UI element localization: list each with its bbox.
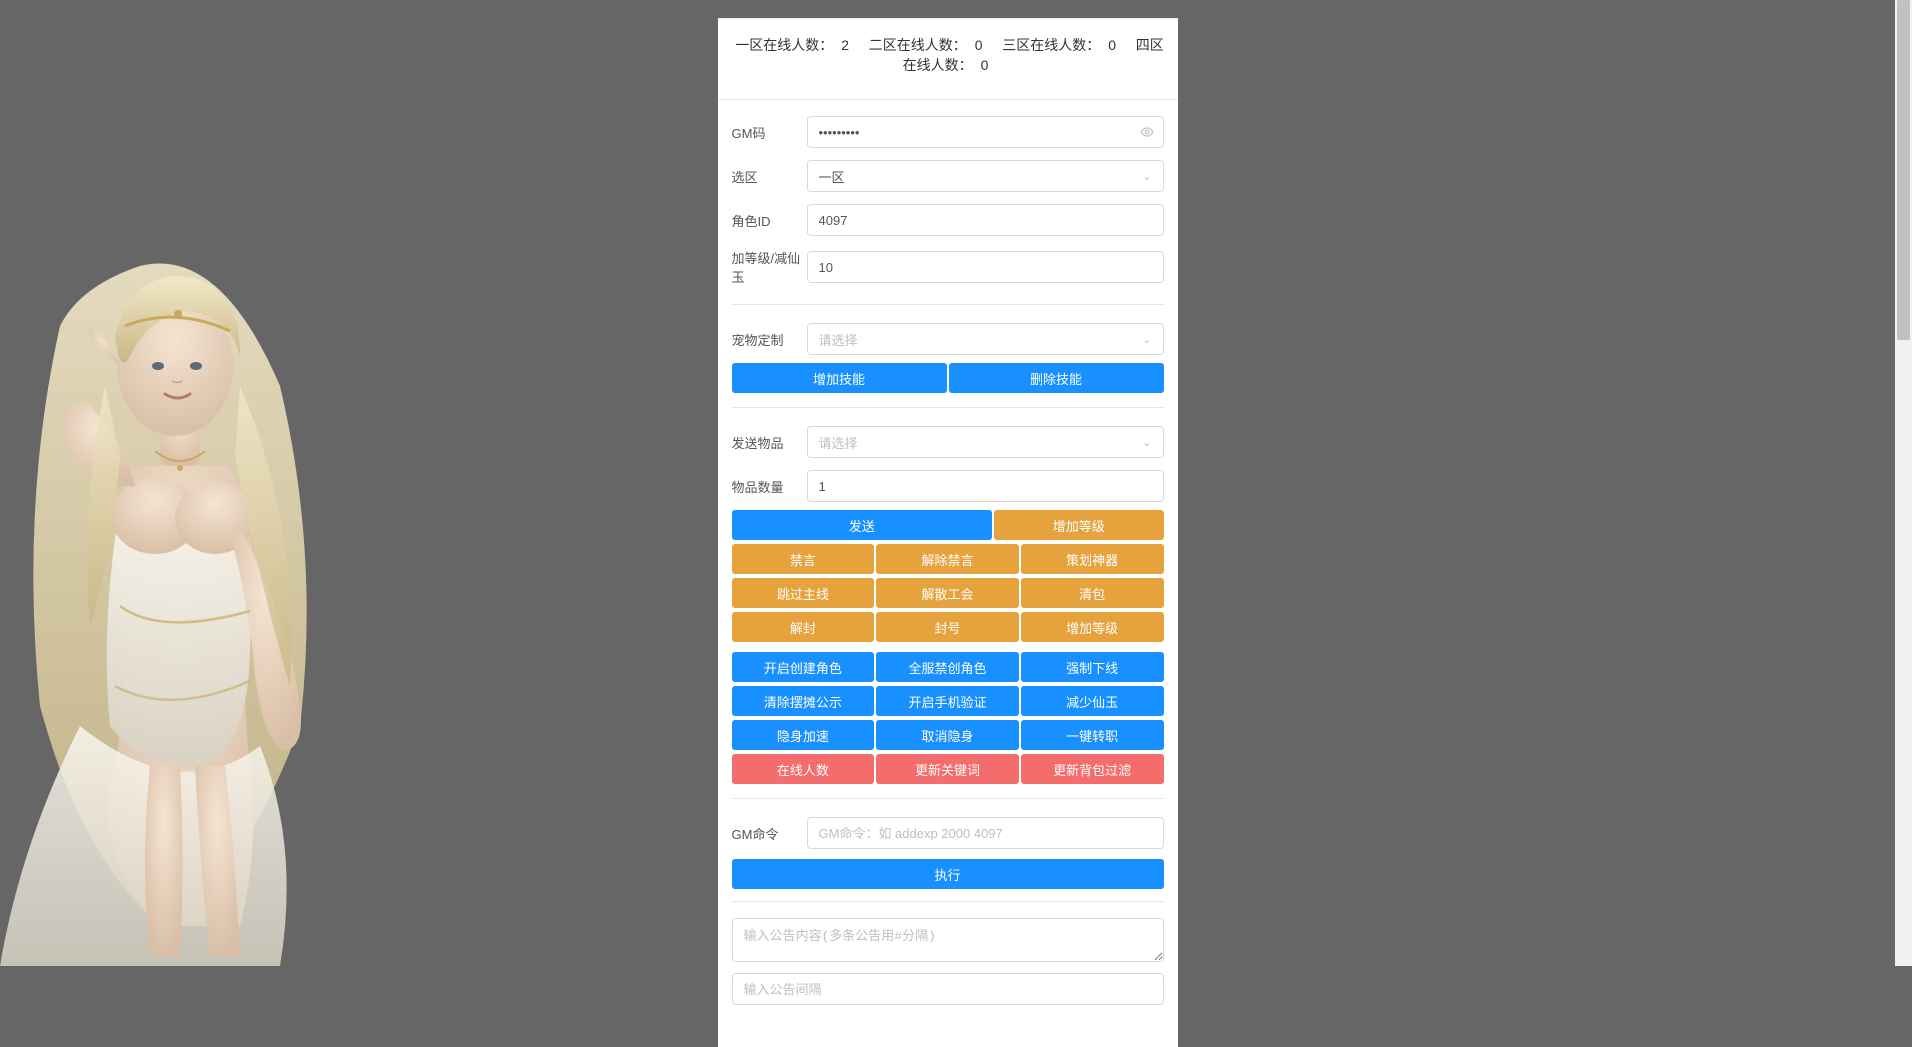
unban-button[interactable]: 解封 — [732, 612, 875, 642]
role-id-input[interactable] — [807, 204, 1164, 236]
zone2-count: 0 — [975, 37, 983, 53]
scrollbar[interactable] — [1895, 0, 1912, 966]
zone3-label: 三区在线人数： — [1002, 37, 1100, 53]
open-phone-button[interactable]: 开启手机验证 — [876, 686, 1019, 716]
add-level-button[interactable]: 增加等级 — [994, 510, 1163, 540]
online-count-button[interactable]: 在线人数 — [732, 754, 875, 784]
stealth-speed-button[interactable]: 隐身加速 — [732, 720, 875, 750]
add-level2-button[interactable]: 增加等级 — [1021, 612, 1164, 642]
pet-select-placeholder: 请选择 — [819, 330, 858, 349]
zone1-label: 一区在线人数： — [735, 37, 833, 53]
one-key-transfer-button[interactable]: 一键转职 — [1021, 720, 1164, 750]
clear-vote-button[interactable]: 清除摆摊公示 — [732, 686, 875, 716]
pet-select[interactable]: 请选择 ⌄ — [807, 323, 1164, 355]
plan-weapon-button[interactable]: 策划神器 — [1021, 544, 1164, 574]
unmute-button[interactable]: 解除禁言 — [876, 544, 1019, 574]
item-qty-label: 物品数量 — [732, 477, 807, 496]
zone-select[interactable]: 一区 ⌄ — [807, 160, 1164, 192]
update-keyword-button[interactable]: 更新关键词 — [876, 754, 1019, 784]
pet-label: 宠物定制 — [732, 330, 807, 349]
role-id-label: 角色ID — [732, 211, 807, 230]
level-label: 加等级/减仙玉 — [732, 248, 807, 286]
clear-bag-button[interactable]: 清包 — [1021, 578, 1164, 608]
chevron-down-icon: ⌄ — [1142, 170, 1151, 183]
zone-label: 选区 — [732, 167, 807, 186]
gm-cmd-label: GM命令 — [732, 824, 807, 843]
send-button[interactable]: 发送 — [732, 510, 993, 540]
gm-code-input[interactable] — [807, 116, 1164, 148]
mute-button[interactable]: 禁言 — [732, 544, 875, 574]
chevron-down-icon: ⌄ — [1142, 436, 1151, 449]
ban-button[interactable]: 封号 — [876, 612, 1019, 642]
zone2-label: 二区在线人数： — [869, 37, 967, 53]
disband-guild-button[interactable]: 解散工会 — [876, 578, 1019, 608]
open-create-button[interactable]: 开启创建角色 — [732, 652, 875, 682]
divider — [732, 901, 1164, 902]
cancel-stealth-button[interactable]: 取消隐身 — [876, 720, 1019, 750]
gm-code-label: GM码 — [732, 123, 807, 142]
divider — [732, 798, 1164, 799]
admin-panel: 一区在线人数：2 二区在线人数：0 三区在线人数：0 四区在线人数：0 GM码 … — [718, 18, 1178, 1047]
skip-main-button[interactable]: 跳过主线 — [732, 578, 875, 608]
send-item-placeholder: 请选择 — [819, 433, 858, 452]
delete-skill-button[interactable]: 删除技能 — [949, 363, 1164, 393]
level-input[interactable] — [807, 251, 1164, 283]
update-bag-filter-button[interactable]: 更新背包过滤 — [1021, 754, 1164, 784]
divider — [732, 304, 1164, 305]
announce-content-input[interactable] — [732, 918, 1164, 962]
chevron-down-icon: ⌄ — [1142, 333, 1151, 346]
zone3-count: 0 — [1108, 37, 1116, 53]
zone4-count: 0 — [981, 57, 989, 73]
execute-button[interactable]: 执行 — [732, 859, 1164, 889]
zone1-count: 2 — [841, 37, 849, 53]
send-item-label: 发送物品 — [732, 433, 807, 452]
add-skill-button[interactable]: 增加技能 — [732, 363, 947, 393]
zone-select-value: 一区 — [819, 167, 845, 186]
scrollbar-thumb[interactable] — [1897, 0, 1910, 340]
server-forbid-button[interactable]: 全服禁创角色 — [876, 652, 1019, 682]
force-offline-button[interactable]: 强制下线 — [1021, 652, 1164, 682]
gm-cmd-input[interactable] — [807, 817, 1164, 849]
divider — [732, 407, 1164, 408]
item-qty-input[interactable] — [807, 470, 1164, 502]
online-counts-header: 一区在线人数：2 二区在线人数：0 三区在线人数：0 四区在线人数：0 — [718, 19, 1178, 93]
announce-interval-input[interactable] — [732, 973, 1164, 1005]
send-item-select[interactable]: 请选择 ⌄ — [807, 426, 1164, 458]
reduce-xianyu-button[interactable]: 减少仙玉 — [1021, 686, 1164, 716]
eye-icon[interactable] — [1140, 125, 1154, 139]
